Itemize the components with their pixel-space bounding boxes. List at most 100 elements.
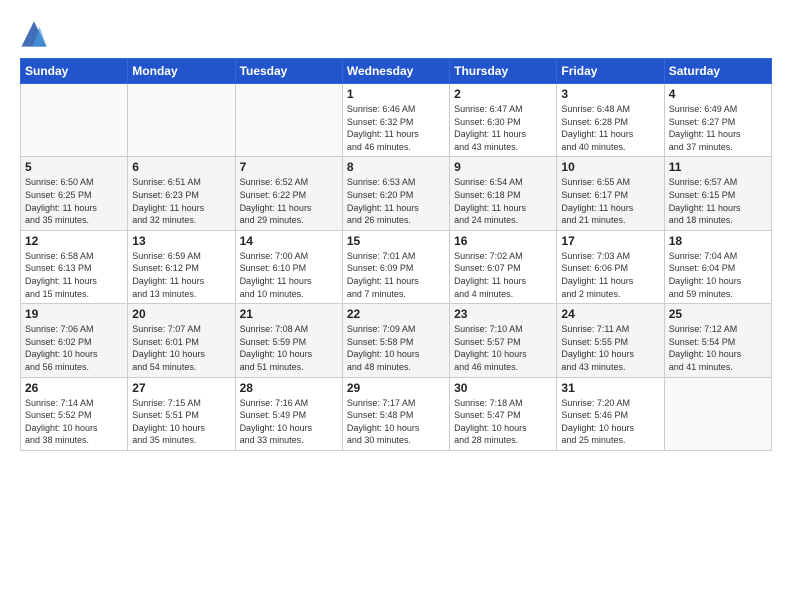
calendar-day-cell: 30Sunrise: 7:18 AM Sunset: 5:47 PM Dayli…	[450, 377, 557, 450]
calendar-empty-cell	[21, 84, 128, 157]
calendar-day-cell: 2 Sunrise: 6:47 AM Sunset: 6:30 PM Daylig…	[450, 84, 557, 157]
calendar-empty-cell	[235, 84, 342, 157]
calendar-week-row: 5 Sunrise: 6:50 AM Sunset: 6:25 PM Daylig…	[21, 157, 772, 230]
weekday-header-row: SundayMondayTuesdayWednesdayThursdayFrid…	[21, 59, 772, 84]
day-info: Sunrise: 7:10 AM Sunset: 5:57 PM Dayligh…	[454, 323, 552, 373]
day-number: 23	[454, 307, 552, 321]
day-info: Sunrise: 6:51 AM Sunset: 6:23 PM Dayligh…	[132, 176, 230, 226]
day-info: Sunrise: 7:02 AM Sunset: 6:07 PM Dayligh…	[454, 250, 552, 300]
day-info: Sunrise: 6:50 AM Sunset: 6:25 PM Dayligh…	[25, 176, 123, 226]
logo-icon	[20, 20, 48, 48]
day-number: 21	[240, 307, 338, 321]
day-number: 17	[561, 234, 659, 248]
calendar-week-row: 1Sunrise: 6:46 AM Sunset: 6:32 PM Daylig…	[21, 84, 772, 157]
calendar-day-cell: 11 Sunrise: 6:57 AM Sunset: 6:15 PM Dayli…	[664, 157, 771, 230]
day-info: Sunrise: 6:57 AM Sunset: 6:15 PM Dayligh…	[669, 176, 767, 226]
weekday-header-thursday: Thursday	[450, 59, 557, 84]
calendar-day-cell: 15Sunrise: 7:01 AM Sunset: 6:09 PM Dayli…	[342, 230, 449, 303]
calendar-day-cell: 27 Sunrise: 7:15 AM Sunset: 5:51 PM Dayli…	[128, 377, 235, 450]
day-number: 16	[454, 234, 552, 248]
day-info: Sunrise: 7:12 AM Sunset: 5:54 PM Dayligh…	[669, 323, 767, 373]
day-number: 27	[132, 381, 230, 395]
weekday-header-wednesday: Wednesday	[342, 59, 449, 84]
calendar-day-cell: 28 Sunrise: 7:16 AM Sunset: 5:49 PM Dayli…	[235, 377, 342, 450]
calendar-day-cell: 8Sunrise: 6:53 AM Sunset: 6:20 PM Daylig…	[342, 157, 449, 230]
day-number: 20	[132, 307, 230, 321]
day-number: 29	[347, 381, 445, 395]
calendar-day-cell: 23 Sunrise: 7:10 AM Sunset: 5:57 PM Dayli…	[450, 304, 557, 377]
day-info: Sunrise: 6:55 AM Sunset: 6:17 PM Dayligh…	[561, 176, 659, 226]
calendar-empty-cell	[664, 377, 771, 450]
day-number: 6	[132, 160, 230, 174]
weekday-header-tuesday: Tuesday	[235, 59, 342, 84]
day-info: Sunrise: 6:59 AM Sunset: 6:12 PM Dayligh…	[132, 250, 230, 300]
page: SundayMondayTuesdayWednesdayThursdayFrid…	[0, 0, 792, 471]
day-number: 3	[561, 87, 659, 101]
day-info: Sunrise: 7:15 AM Sunset: 5:51 PM Dayligh…	[132, 397, 230, 447]
calendar-day-cell: 21 Sunrise: 7:08 AM Sunset: 5:59 PM Dayli…	[235, 304, 342, 377]
day-number: 10	[561, 160, 659, 174]
day-info: Sunrise: 7:20 AM Sunset: 5:46 PM Dayligh…	[561, 397, 659, 447]
calendar-day-cell: 22Sunrise: 7:09 AM Sunset: 5:58 PM Dayli…	[342, 304, 449, 377]
day-info: Sunrise: 6:53 AM Sunset: 6:20 PM Dayligh…	[347, 176, 445, 226]
day-number: 1	[347, 87, 445, 101]
calendar-day-cell: 3Sunrise: 6:48 AM Sunset: 6:28 PM Daylig…	[557, 84, 664, 157]
calendar-day-cell: 29 Sunrise: 7:17 AM Sunset: 5:48 PM Dayli…	[342, 377, 449, 450]
weekday-header-monday: Monday	[128, 59, 235, 84]
day-number: 4	[669, 87, 767, 101]
calendar-day-cell: 20Sunrise: 7:07 AM Sunset: 6:01 PM Dayli…	[128, 304, 235, 377]
day-number: 15	[347, 234, 445, 248]
calendar-day-cell: 6 Sunrise: 6:51 AM Sunset: 6:23 PM Daylig…	[128, 157, 235, 230]
day-info: Sunrise: 7:06 AM Sunset: 6:02 PM Dayligh…	[25, 323, 123, 373]
calendar-day-cell: 17Sunrise: 7:03 AM Sunset: 6:06 PM Dayli…	[557, 230, 664, 303]
calendar-day-cell: 25 Sunrise: 7:12 AM Sunset: 5:54 PM Dayli…	[664, 304, 771, 377]
header	[20, 20, 772, 48]
calendar-week-row: 26 Sunrise: 7:14 AM Sunset: 5:52 PM Dayli…	[21, 377, 772, 450]
day-info: Sunrise: 6:47 AM Sunset: 6:30 PM Dayligh…	[454, 103, 552, 153]
calendar-week-row: 12 Sunrise: 6:58 AM Sunset: 6:13 PM Dayli…	[21, 230, 772, 303]
weekday-header-sunday: Sunday	[21, 59, 128, 84]
day-info: Sunrise: 7:17 AM Sunset: 5:48 PM Dayligh…	[347, 397, 445, 447]
day-number: 28	[240, 381, 338, 395]
day-number: 14	[240, 234, 338, 248]
day-info: Sunrise: 7:11 AM Sunset: 5:55 PM Dayligh…	[561, 323, 659, 373]
weekday-header-friday: Friday	[557, 59, 664, 84]
weekday-header-saturday: Saturday	[664, 59, 771, 84]
calendar-day-cell: 9Sunrise: 6:54 AM Sunset: 6:18 PM Daylig…	[450, 157, 557, 230]
day-number: 18	[669, 234, 767, 248]
calendar-day-cell: 19 Sunrise: 7:06 AM Sunset: 6:02 PM Dayli…	[21, 304, 128, 377]
calendar-day-cell: 1Sunrise: 6:46 AM Sunset: 6:32 PM Daylig…	[342, 84, 449, 157]
calendar-day-cell: 4 Sunrise: 6:49 AM Sunset: 6:27 PM Daylig…	[664, 84, 771, 157]
day-info: Sunrise: 6:49 AM Sunset: 6:27 PM Dayligh…	[669, 103, 767, 153]
day-number: 11	[669, 160, 767, 174]
day-number: 25	[669, 307, 767, 321]
calendar-empty-cell	[128, 84, 235, 157]
calendar-day-cell: 26 Sunrise: 7:14 AM Sunset: 5:52 PM Dayli…	[21, 377, 128, 450]
day-number: 26	[25, 381, 123, 395]
calendar-day-cell: 18 Sunrise: 7:04 AM Sunset: 6:04 PM Dayli…	[664, 230, 771, 303]
calendar-day-cell: 13Sunrise: 6:59 AM Sunset: 6:12 PM Dayli…	[128, 230, 235, 303]
calendar-week-row: 19 Sunrise: 7:06 AM Sunset: 6:02 PM Dayli…	[21, 304, 772, 377]
logo	[20, 20, 50, 48]
day-number: 5	[25, 160, 123, 174]
calendar-table: SundayMondayTuesdayWednesdayThursdayFrid…	[20, 58, 772, 451]
day-info: Sunrise: 7:16 AM Sunset: 5:49 PM Dayligh…	[240, 397, 338, 447]
day-info: Sunrise: 7:18 AM Sunset: 5:47 PM Dayligh…	[454, 397, 552, 447]
calendar-day-cell: 12 Sunrise: 6:58 AM Sunset: 6:13 PM Dayli…	[21, 230, 128, 303]
day-info: Sunrise: 7:08 AM Sunset: 5:59 PM Dayligh…	[240, 323, 338, 373]
calendar-day-cell: 7 Sunrise: 6:52 AM Sunset: 6:22 PM Daylig…	[235, 157, 342, 230]
day-info: Sunrise: 7:14 AM Sunset: 5:52 PM Dayligh…	[25, 397, 123, 447]
calendar-day-cell: 10 Sunrise: 6:55 AM Sunset: 6:17 PM Dayli…	[557, 157, 664, 230]
day-info: Sunrise: 6:52 AM Sunset: 6:22 PM Dayligh…	[240, 176, 338, 226]
day-number: 9	[454, 160, 552, 174]
calendar-day-cell: 31Sunrise: 7:20 AM Sunset: 5:46 PM Dayli…	[557, 377, 664, 450]
day-info: Sunrise: 7:09 AM Sunset: 5:58 PM Dayligh…	[347, 323, 445, 373]
day-info: Sunrise: 6:58 AM Sunset: 6:13 PM Dayligh…	[25, 250, 123, 300]
day-info: Sunrise: 7:04 AM Sunset: 6:04 PM Dayligh…	[669, 250, 767, 300]
day-number: 7	[240, 160, 338, 174]
day-number: 12	[25, 234, 123, 248]
day-number: 2	[454, 87, 552, 101]
calendar-day-cell: 16 Sunrise: 7:02 AM Sunset: 6:07 PM Dayli…	[450, 230, 557, 303]
calendar-day-cell: 14Sunrise: 7:00 AM Sunset: 6:10 PM Dayli…	[235, 230, 342, 303]
day-number: 19	[25, 307, 123, 321]
